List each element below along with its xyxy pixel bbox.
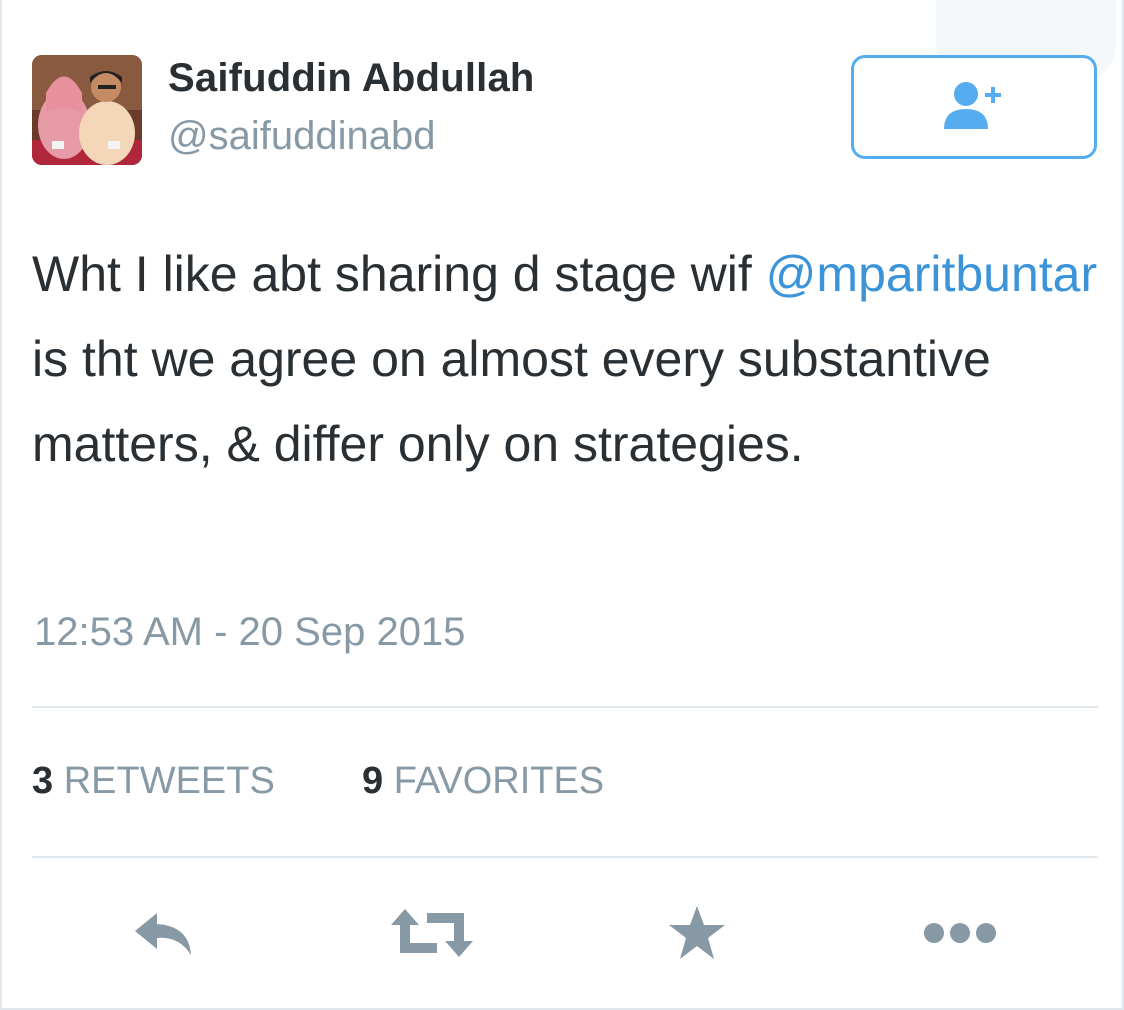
retweets-stat[interactable]: 3 RETWEETS [32, 760, 275, 803]
author-name[interactable]: Saifuddin Abdullah [168, 56, 535, 101]
retweets-label: RETWEETS [63, 760, 275, 802]
favorites-stat[interactable]: 9 FAVORITES [362, 760, 604, 803]
more-icon [922, 921, 998, 950]
avatar[interactable] [32, 55, 142, 165]
add-user-icon [942, 79, 1006, 136]
favorite-star-icon [667, 904, 727, 967]
divider-bottom [32, 856, 1098, 858]
tweet-actions [2, 890, 1124, 980]
tweet-card: Saifuddin Abdullah @saifuddinabd Wht I l… [0, 0, 1124, 1010]
retweet-icon [391, 907, 473, 964]
tweet-text: Wht I like abt sharing d stage wif @mpar… [32, 232, 1102, 487]
reply-icon [133, 909, 197, 962]
favorites-count: 9 [362, 760, 384, 802]
timestamp[interactable]: 12:53 AM - 20 Sep 2015 [34, 610, 465, 655]
more-button[interactable] [915, 890, 1005, 980]
divider-top [32, 706, 1098, 708]
retweets-count: 3 [32, 760, 54, 802]
reply-button[interactable] [120, 890, 210, 980]
mention-link[interactable]: @mparitbuntar [766, 246, 1097, 302]
follow-button[interactable] [851, 55, 1097, 159]
favorite-button[interactable] [652, 890, 742, 980]
author-handle[interactable]: @saifuddinabd [168, 114, 435, 159]
retweet-button[interactable] [387, 890, 477, 980]
favorites-label: FAVORITES [393, 760, 605, 802]
tweet-text-end: is tht we agree on almost every substant… [32, 331, 991, 472]
tweet-text-start: Wht I like abt sharing d stage wif [32, 246, 766, 302]
